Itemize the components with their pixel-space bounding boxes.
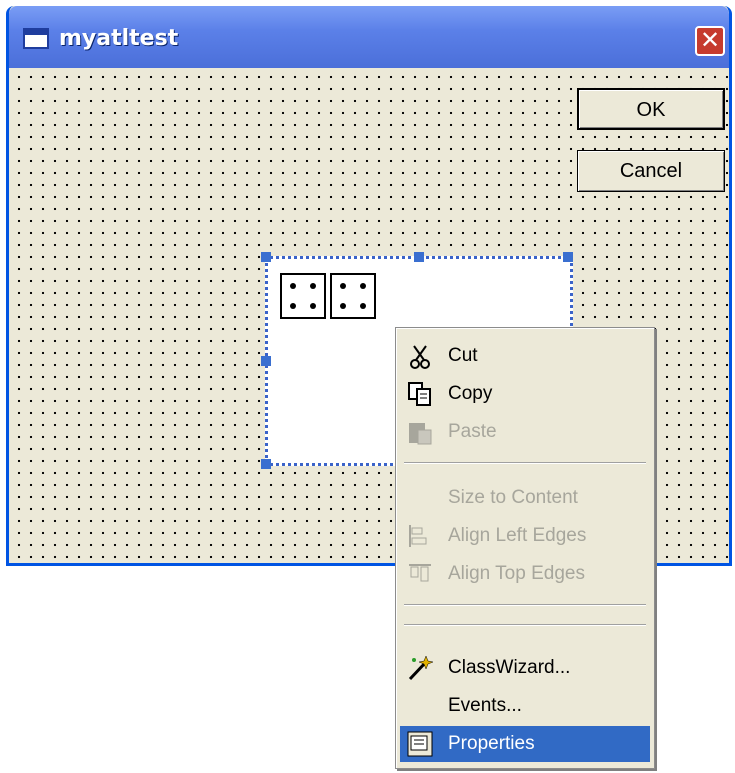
copy-icon — [408, 382, 431, 406]
resize-handle[interactable] — [414, 252, 424, 262]
close-icon: ✕ — [699, 26, 721, 54]
resize-handle[interactable] — [261, 252, 271, 262]
dice-icon — [280, 273, 326, 319]
menu-item-paste[interactable]: Paste — [400, 414, 650, 450]
menu-separator — [404, 604, 646, 606]
align-left-icon — [409, 525, 427, 547]
menu-separator — [404, 624, 646, 626]
menu-item-properties[interactable]: Properties — [400, 726, 650, 762]
resize-handle[interactable] — [563, 252, 573, 262]
close-button[interactable]: ✕ — [695, 26, 725, 56]
menu-item-classwizard[interactable]: ClassWizard... — [400, 650, 650, 686]
resize-handle[interactable] — [261, 356, 271, 366]
cancel-button[interactable]: Cancel — [577, 150, 725, 192]
paste-icon — [409, 423, 432, 445]
menu-item-events[interactable]: Events... — [400, 688, 650, 724]
window-icon — [23, 28, 49, 49]
menu-item-align-top-edges[interactable]: Align Top Edges — [400, 556, 650, 592]
menu-separator — [404, 462, 646, 464]
properties-icon — [407, 731, 433, 757]
window-title: myatltest — [59, 26, 179, 51]
align-top-icon — [409, 564, 431, 582]
ok-button[interactable]: OK — [577, 88, 725, 130]
wizard-icon — [408, 655, 434, 681]
title-bar[interactable]: myatltest ✕ — [9, 6, 729, 68]
context-menu: Cut Copy Paste Size to Content Align Lef… — [395, 327, 655, 769]
menu-item-size-to-content[interactable]: Size to Content — [400, 480, 650, 516]
scissors-icon — [410, 345, 430, 369]
menu-item-copy[interactable]: Copy — [400, 376, 650, 412]
resize-handle[interactable] — [261, 459, 271, 469]
menu-item-align-left-edges[interactable]: Align Left Edges — [400, 518, 650, 554]
dice-icon — [330, 273, 376, 319]
menu-item-cut[interactable]: Cut — [400, 338, 650, 374]
